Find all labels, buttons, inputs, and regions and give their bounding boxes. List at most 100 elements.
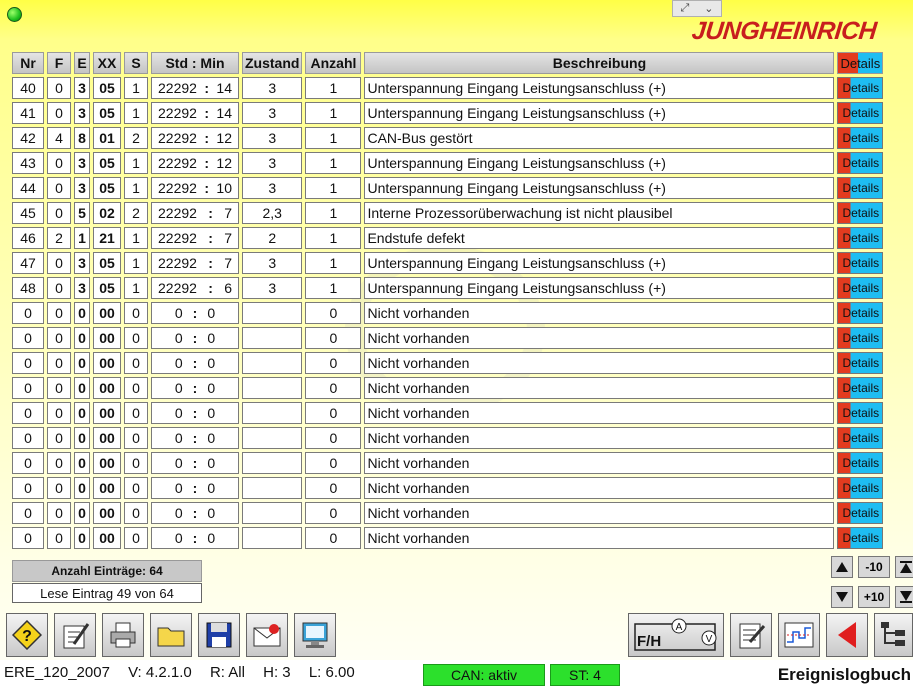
details-button[interactable]: Details (837, 177, 884, 199)
cell-f: 0 (47, 452, 71, 474)
col-header-s[interactable]: S (124, 52, 148, 74)
mail-button[interactable] (246, 613, 288, 657)
cell-minutes: 7 (224, 255, 232, 271)
col-header-xx[interactable]: XX (93, 52, 121, 74)
col-header-zustand[interactable]: Zustand (242, 52, 303, 74)
details-button[interactable]: Details (837, 302, 884, 324)
details-button[interactable]: Details (837, 77, 884, 99)
details-button[interactable]: Details (837, 102, 884, 124)
cell-zustand (242, 302, 303, 324)
details-button[interactable]: Details (837, 327, 884, 349)
details-button[interactable]: Details (837, 477, 884, 499)
cell-beschreibung: Endstufe defekt (364, 227, 835, 249)
details-button[interactable]: Details (837, 252, 884, 274)
menu-tree-button[interactable] (874, 613, 913, 657)
cell-beschreibung: CAN-Bus gestört (364, 127, 835, 149)
col-header-e[interactable]: E (74, 52, 90, 74)
details-button[interactable]: Details (837, 277, 884, 299)
col-header-time[interactable]: Std : Min (151, 52, 239, 74)
chevron-down-icon[interactable]: ⌄ (704, 2, 713, 15)
details-button[interactable]: Details (837, 352, 884, 374)
cell-zustand: 3 (242, 152, 303, 174)
protocol-button[interactable] (730, 613, 772, 657)
details-button[interactable]: Details (837, 377, 884, 399)
cell-anzahl: 0 (305, 427, 362, 449)
cell-time: 0:0 (151, 302, 239, 324)
cell-beschreibung: Nicht vorhanden (364, 402, 835, 424)
scroll-bottom-button[interactable] (895, 586, 913, 608)
cell-minutes: 12 (216, 130, 232, 146)
monitor-button[interactable] (294, 613, 336, 657)
cell-beschreibung: Nicht vorhanden (364, 452, 835, 474)
open-folder-button[interactable] (150, 613, 192, 657)
col-header-nr[interactable]: Nr (12, 52, 44, 74)
cell-f: 0 (47, 352, 71, 374)
details-button[interactable]: Details (837, 427, 884, 449)
cell-e: 0 (74, 352, 90, 374)
col-header-beschreibung[interactable]: Beschreibung (364, 52, 835, 74)
details-button[interactable]: Details (837, 152, 884, 174)
window-controls[interactable]: ⤢ ⌄ (672, 0, 722, 17)
time-separator: : (208, 230, 213, 246)
scroll-up-button[interactable] (831, 556, 853, 578)
details-button[interactable]: Details (837, 227, 884, 249)
signal-graph-button[interactable] (778, 613, 820, 657)
scroll-top-button[interactable] (895, 556, 913, 578)
details-button[interactable]: Details (837, 127, 884, 149)
page-back-10-button[interactable]: -10 (858, 556, 890, 578)
cell-hours: 0 (174, 430, 183, 446)
cell-minutes: 0 (207, 430, 216, 446)
r-value: R: All (209, 664, 245, 681)
back-button[interactable] (826, 613, 868, 657)
cell-time: 22292:7 (151, 252, 239, 274)
details-button[interactable]: Details (837, 502, 884, 524)
details-button[interactable]: Details (837, 527, 884, 549)
cell-nr: 0 (12, 327, 44, 349)
cell-nr: 48 (12, 277, 44, 299)
cell-f: 0 (47, 252, 71, 274)
table-row: 0 0 0 00 0 0:0 0 Nicht vorhanden Details (12, 502, 884, 524)
cell-beschreibung: Nicht vorhanden (364, 377, 835, 399)
cell-hours: 0 (174, 330, 183, 346)
restore-icon[interactable]: ⤢ (680, 2, 689, 15)
cell-s: 1 (124, 77, 148, 99)
help-button[interactable]: ? (6, 613, 48, 657)
cell-xx: 00 (93, 377, 121, 399)
col-header-details[interactable]: Details (837, 52, 884, 74)
cell-beschreibung: Unterspannung Eingang Leistungsanschluss… (364, 152, 835, 174)
time-separator: : (192, 380, 198, 396)
details-button[interactable]: Details (837, 402, 884, 424)
cell-nr: 43 (12, 152, 44, 174)
table-row: 41 0 3 05 1 22292:14 3 1 Unterspannung Eingang L… (12, 102, 884, 124)
cell-anzahl: 1 (305, 227, 362, 249)
scroll-down-button[interactable] (831, 586, 853, 608)
cell-hours: 22292 (158, 205, 197, 221)
table-row: 42 4 8 01 2 22292:12 3 1 CAN-Bus gestört Details (12, 127, 884, 149)
page-forward-10-button[interactable]: +10 (858, 586, 890, 608)
edit-button[interactable] (54, 613, 96, 657)
cell-xx: 21 (93, 227, 121, 249)
cell-e: 0 (74, 477, 90, 499)
cell-e: 0 (74, 377, 90, 399)
cell-time: 0:0 (151, 502, 239, 524)
cell-f: 0 (47, 102, 71, 124)
cell-s: 0 (124, 352, 148, 374)
col-header-f[interactable]: F (47, 52, 71, 74)
fh-meter-button[interactable]: F/H A V (628, 613, 724, 657)
cell-xx: 00 (93, 327, 121, 349)
cell-xx: 05 (93, 177, 121, 199)
time-separator: : (192, 530, 198, 546)
save-button[interactable] (198, 613, 240, 657)
col-header-anzahl[interactable]: Anzahl (305, 52, 362, 74)
table-row: 46 2 1 21 1 22292:7 2 1 Endstufe defekt Details (12, 227, 884, 249)
cell-anzahl: 1 (305, 177, 362, 199)
cell-e: 3 (74, 77, 90, 99)
cell-hours: 22292 (158, 80, 197, 96)
cell-zustand: 2 (242, 227, 303, 249)
details-button[interactable]: Details (837, 202, 884, 224)
print-button[interactable] (102, 613, 144, 657)
details-button[interactable]: Details (837, 452, 884, 474)
status-led-icon (7, 7, 22, 22)
cell-xx: 00 (93, 477, 121, 499)
cell-time: 22292:14 (151, 77, 239, 99)
